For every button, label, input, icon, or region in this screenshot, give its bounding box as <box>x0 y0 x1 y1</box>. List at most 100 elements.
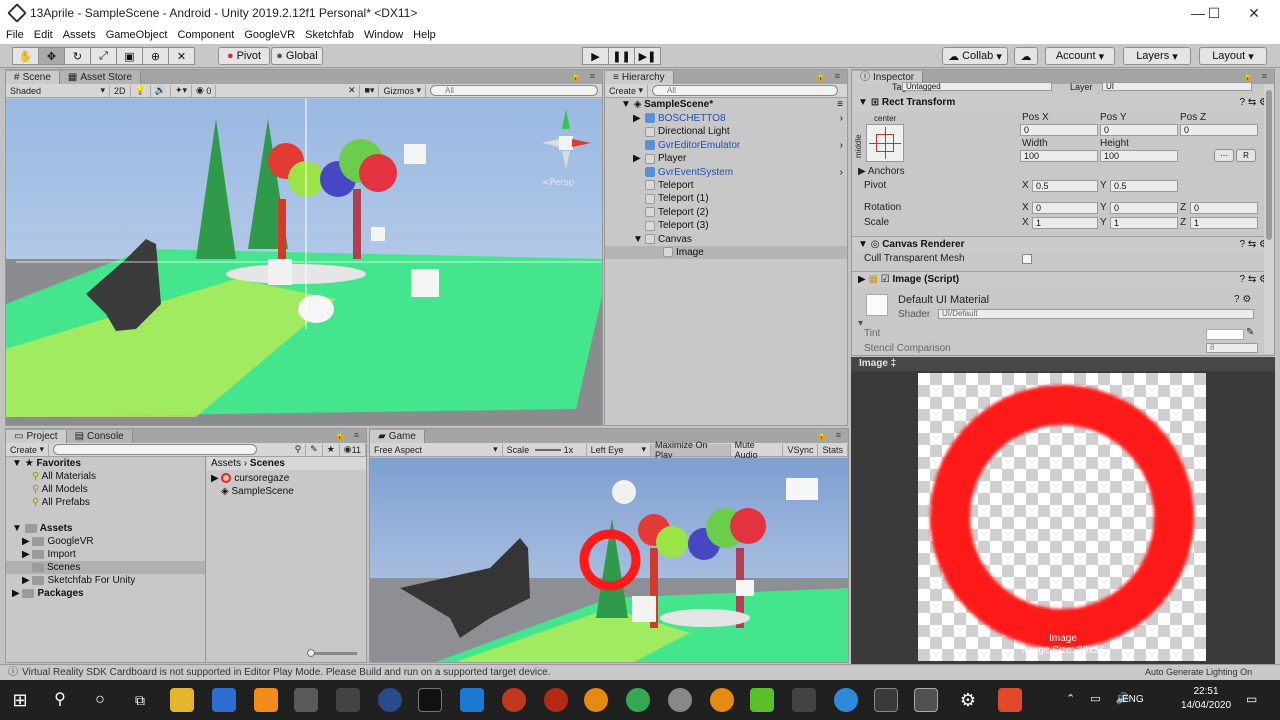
chrome-icon[interactable] <box>626 688 650 712</box>
foldout-arrow-icon[interactable]: ▶ <box>633 112 645 125</box>
cull-checkbox[interactable] <box>1022 254 1032 264</box>
game-menu-icon[interactable]: 🔒 ≡ <box>816 430 844 441</box>
favorite-star-icon[interactable]: ★ <box>323 443 340 456</box>
rect-transform-header[interactable]: ▼ ⊞ Rect Transform? ⇆ ⚙ <box>852 95 1274 111</box>
menu-file[interactable]: File <box>6 29 24 41</box>
project-menu-icon[interactable]: 🔒 ≡ <box>334 430 362 441</box>
filter-type-icon[interactable]: ⚲ <box>291 443 307 456</box>
hierarchy-item[interactable]: GvrEditorEmulator › <box>605 139 847 152</box>
raw-edit-button[interactable]: R <box>1236 149 1256 162</box>
tab-project[interactable]: ▭ Project <box>6 430 67 443</box>
camera-icon[interactable]: ■▾ <box>360 84 380 97</box>
recorder-icon[interactable] <box>998 688 1022 712</box>
height-field[interactable]: 100 <box>1100 150 1178 162</box>
hidden-count[interactable]: ◉ 0 <box>192 84 217 97</box>
file-samplescene[interactable]: ◈ SampleScene <box>207 485 366 498</box>
windows-start-icon[interactable]: ⊞ <box>8 688 32 712</box>
hierarchy-item[interactable]: ▼ Canvas <box>605 233 847 246</box>
favorites-foldout[interactable]: ▼ ★ Favorites <box>6 457 205 470</box>
eyedropper-icon[interactable]: ✎ <box>1246 327 1254 338</box>
audio-toggle-icon[interactable]: 🔊 <box>151 84 171 97</box>
hierarchy-item[interactable]: ▶ BOSCHETTO8 › <box>605 112 847 125</box>
project-search-input[interactable] <box>53 444 258 455</box>
mute-audio-toggle[interactable]: Mute Audio <box>731 440 784 460</box>
app-icon-red2[interactable] <box>544 688 568 712</box>
image-script-header[interactable]: ▶ ▦ ☑ Image (Script)? ⇆ ⚙ <box>852 271 1274 287</box>
task-view-icon[interactable]: ⧉ <box>128 688 152 712</box>
packages-foldout[interactable]: ▶ Packages <box>6 587 205 600</box>
rot-x-field[interactable]: 0 <box>1032 202 1098 214</box>
camtasia-icon[interactable] <box>750 688 774 712</box>
hierarchy-item[interactable]: ▶ Player <box>605 152 847 165</box>
powershell-icon[interactable] <box>212 688 236 712</box>
shading-dropdown[interactable]: Shaded ▾ <box>6 84 110 97</box>
blueprint-mode-icon[interactable]: ⋯ <box>1214 149 1234 162</box>
close-button[interactable]: ✕ <box>1234 0 1274 26</box>
folder-import[interactable]: ▶ Import <box>6 548 205 561</box>
pos-y-field[interactable]: 0 <box>1100 124 1178 136</box>
menu-gameobject[interactable]: GameObject <box>106 29 168 41</box>
folder-scenes[interactable]: Scenes <box>6 561 205 574</box>
step-icon[interactable]: ▶❚ <box>634 47 661 65</box>
clock-date[interactable]: 14/04/2020 <box>1178 700 1234 711</box>
notification-icon[interactable]: ▭ <box>1246 692 1257 706</box>
transform-tool-icon[interactable]: ⊕ <box>142 47 169 65</box>
eye-dropdown[interactable]: Left Eye ▾ <box>587 443 652 456</box>
menu-component[interactable]: Component <box>177 29 234 41</box>
menu-sketchfab[interactable]: Sketchfab <box>305 29 354 41</box>
hidden-packages-count[interactable]: ◉ 11 <box>340 443 366 456</box>
terminal-icon[interactable] <box>418 688 442 712</box>
hierarchy-create-dropdown[interactable]: Create ▾ <box>605 84 649 97</box>
fav-all-prefabs[interactable]: ⚲ All Prefabs <box>6 496 205 509</box>
hierarchy-item[interactable]: GvrEventSystem › <box>605 166 847 179</box>
move-tool-icon[interactable]: ✥ <box>38 47 65 65</box>
foldout-arrow-icon[interactable]: ▼ <box>633 233 645 246</box>
pos-z-field[interactable]: 0 <box>1180 124 1258 136</box>
folder-googlevr[interactable]: ▶ GoogleVR <box>6 535 205 548</box>
hierarchy-item[interactable]: Teleport (2) <box>605 206 847 219</box>
blender-icon-2[interactable] <box>710 688 734 712</box>
paint-icon[interactable] <box>294 688 318 712</box>
scale-y-field[interactable]: 1 <box>1110 217 1178 229</box>
vpn-icon[interactable] <box>378 688 402 712</box>
foldout-arrow-icon[interactable]: ▶ <box>633 152 645 165</box>
search-icon[interactable]: ⚲ <box>48 688 72 712</box>
menu-edit[interactable]: Edit <box>34 29 53 41</box>
status-message[interactable]: Virtual Reality SDK Cardboard is not sup… <box>22 665 550 680</box>
panel-menu-icon[interactable]: 🔒 ≡ <box>570 71 598 82</box>
hierarchy-item[interactable]: Teleport <box>605 179 847 192</box>
prefab-open-chevron-icon[interactable]: › <box>840 112 843 125</box>
pivot-y-field[interactable]: 0.5 <box>1110 180 1178 192</box>
aspect-dropdown[interactable]: Free Aspect ▾ <box>370 443 503 456</box>
clock-time[interactable]: 22:51 <box>1178 686 1234 697</box>
rect-tool-icon[interactable]: ▣ <box>116 47 143 65</box>
stencil-field[interactable]: 8 <box>1206 343 1258 353</box>
inspector-scrollbar[interactable] <box>1264 84 1274 354</box>
global-button[interactable]: ● Global <box>271 47 323 65</box>
shader-dropdown[interactable]: UI/Default <box>938 309 1254 319</box>
vsync-toggle[interactable]: VSync <box>783 443 819 456</box>
pivot-button[interactable]: ● Pivot <box>218 47 270 65</box>
menu-window[interactable]: Window <box>364 29 403 41</box>
rot-y-field[interactable]: 0 <box>1110 202 1178 214</box>
effects-icon[interactable]: ✦▾ <box>171 84 193 97</box>
breadcrumb-assets[interactable]: Assets <box>211 458 241 469</box>
play-icon[interactable]: ▶ <box>582 47 609 65</box>
game-viewport[interactable] <box>370 458 849 663</box>
scene-viewport[interactable]: <Persp <box>6 99 603 425</box>
collab-button[interactable]: ☁ Collab ▾ <box>942 47 1008 65</box>
app-icon-red[interactable] <box>502 688 526 712</box>
browser-icon[interactable] <box>834 688 858 712</box>
unity-editor-icon[interactable] <box>914 688 938 712</box>
tag-dropdown[interactable]: Untagged <box>902 82 1052 91</box>
anchor-preset-icon[interactable] <box>866 124 904 162</box>
app-icon-gray[interactable] <box>668 688 692 712</box>
rotate-tool-icon[interactable]: ↻ <box>64 47 91 65</box>
icon-size-slider[interactable] <box>307 649 357 657</box>
cortana-icon[interactable]: ○ <box>88 688 112 712</box>
hand-tool-icon[interactable]: ✋ <box>12 47 39 65</box>
tab-asset-store[interactable]: ▦ Asset Store <box>59 71 142 84</box>
tab-scene[interactable]: # Scene <box>6 71 60 84</box>
pos-x-field[interactable]: 0 <box>1020 124 1098 136</box>
tint-color-swatch[interactable] <box>1206 329 1244 340</box>
